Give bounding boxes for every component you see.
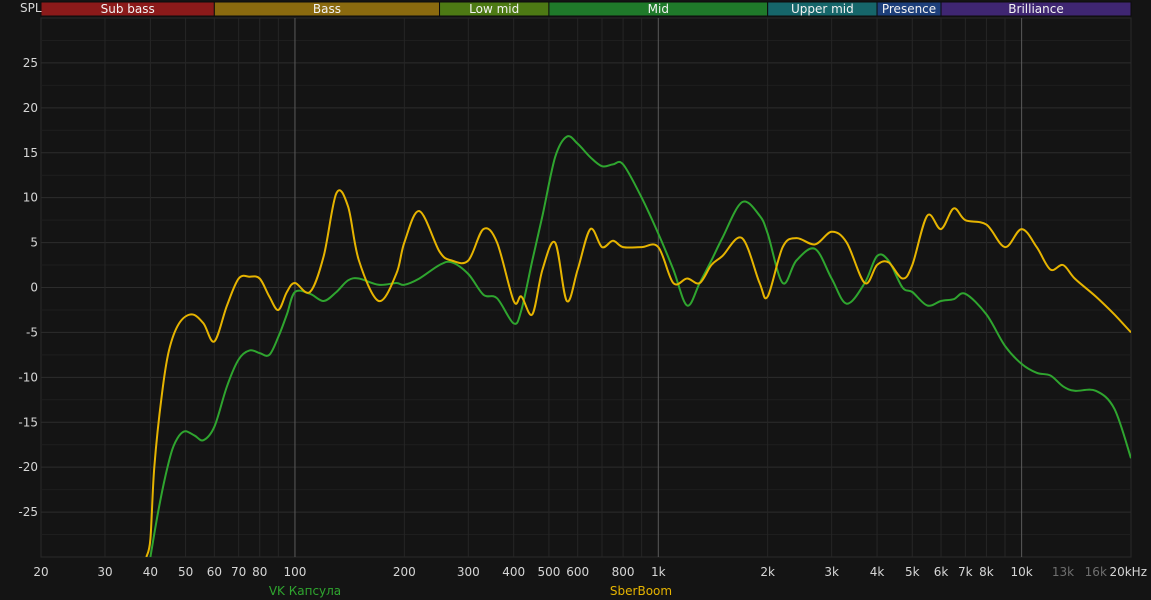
y-tick-label: 25 [23, 56, 38, 70]
y-tick-label: -15 [18, 415, 38, 429]
x-tick-label: 600 [566, 565, 589, 579]
x-tick-label: 60 [207, 565, 222, 579]
x-tick-label: 6k [934, 565, 949, 579]
x-tick-label: 1k [651, 565, 666, 579]
band-label: Mid [648, 2, 669, 16]
x-tick-label: 10k [1011, 565, 1033, 579]
y-tick-label: 5 [30, 236, 38, 250]
band-label: Sub bass [101, 2, 155, 16]
legend-item[interactable]: SberBoom [610, 584, 672, 598]
band-label: Bass [313, 2, 341, 16]
y-tick-label: -10 [18, 370, 38, 384]
y-tick-label: 0 [30, 281, 38, 295]
x-tick-label: 7k [958, 565, 973, 579]
x-tick-label: 800 [612, 565, 635, 579]
x-tick-label: 500 [537, 565, 560, 579]
x-tick-label: 4k [870, 565, 885, 579]
x-tick-label: 300 [457, 565, 480, 579]
x-tick-label: 13k [1052, 565, 1074, 579]
x-tick-label: 20kHz [1109, 565, 1147, 579]
y-tick-label: 15 [23, 146, 38, 160]
x-tick-label: 40 [143, 565, 158, 579]
x-tick-label: 100 [284, 565, 307, 579]
x-tick-label: 2k [760, 565, 775, 579]
band-label: Presence [882, 2, 936, 16]
x-tick-label: 3k [824, 565, 839, 579]
y-tick-label: -5 [26, 325, 38, 339]
x-tick-label: 200 [393, 565, 416, 579]
x-tick-label: 8k [979, 565, 994, 579]
y-axis-label: SPL [20, 1, 42, 15]
band-label: Upper mid [791, 2, 854, 16]
x-tick-label: 30 [97, 565, 112, 579]
x-tick-label: 16k [1085, 565, 1107, 579]
x-tick-label: 5k [905, 565, 920, 579]
legend-item[interactable]: VK Капсула [269, 584, 341, 598]
y-tick-label: -25 [18, 505, 38, 519]
frequency-response-chart: Sub bass Bass Low mid Mid Upper mid Presence B… [0, 0, 1151, 600]
y-tick-label: 20 [23, 101, 38, 115]
x-tick-label: 400 [502, 565, 525, 579]
x-tick-label: 50 [178, 565, 193, 579]
x-tick-label: 20 [33, 565, 48, 579]
frequency-band-bar: Sub bass Bass Low mid Mid Upper mid Presence B… [40, 1, 1132, 17]
band-label: Brilliance [1008, 2, 1063, 16]
y-tick-label: -20 [18, 460, 38, 474]
x-tick-label: 80 [252, 565, 267, 579]
x-tick-label: 70 [231, 565, 246, 579]
band-label: Low mid [469, 2, 519, 16]
plot-background [0, 0, 1151, 600]
y-tick-label: 10 [23, 191, 38, 205]
